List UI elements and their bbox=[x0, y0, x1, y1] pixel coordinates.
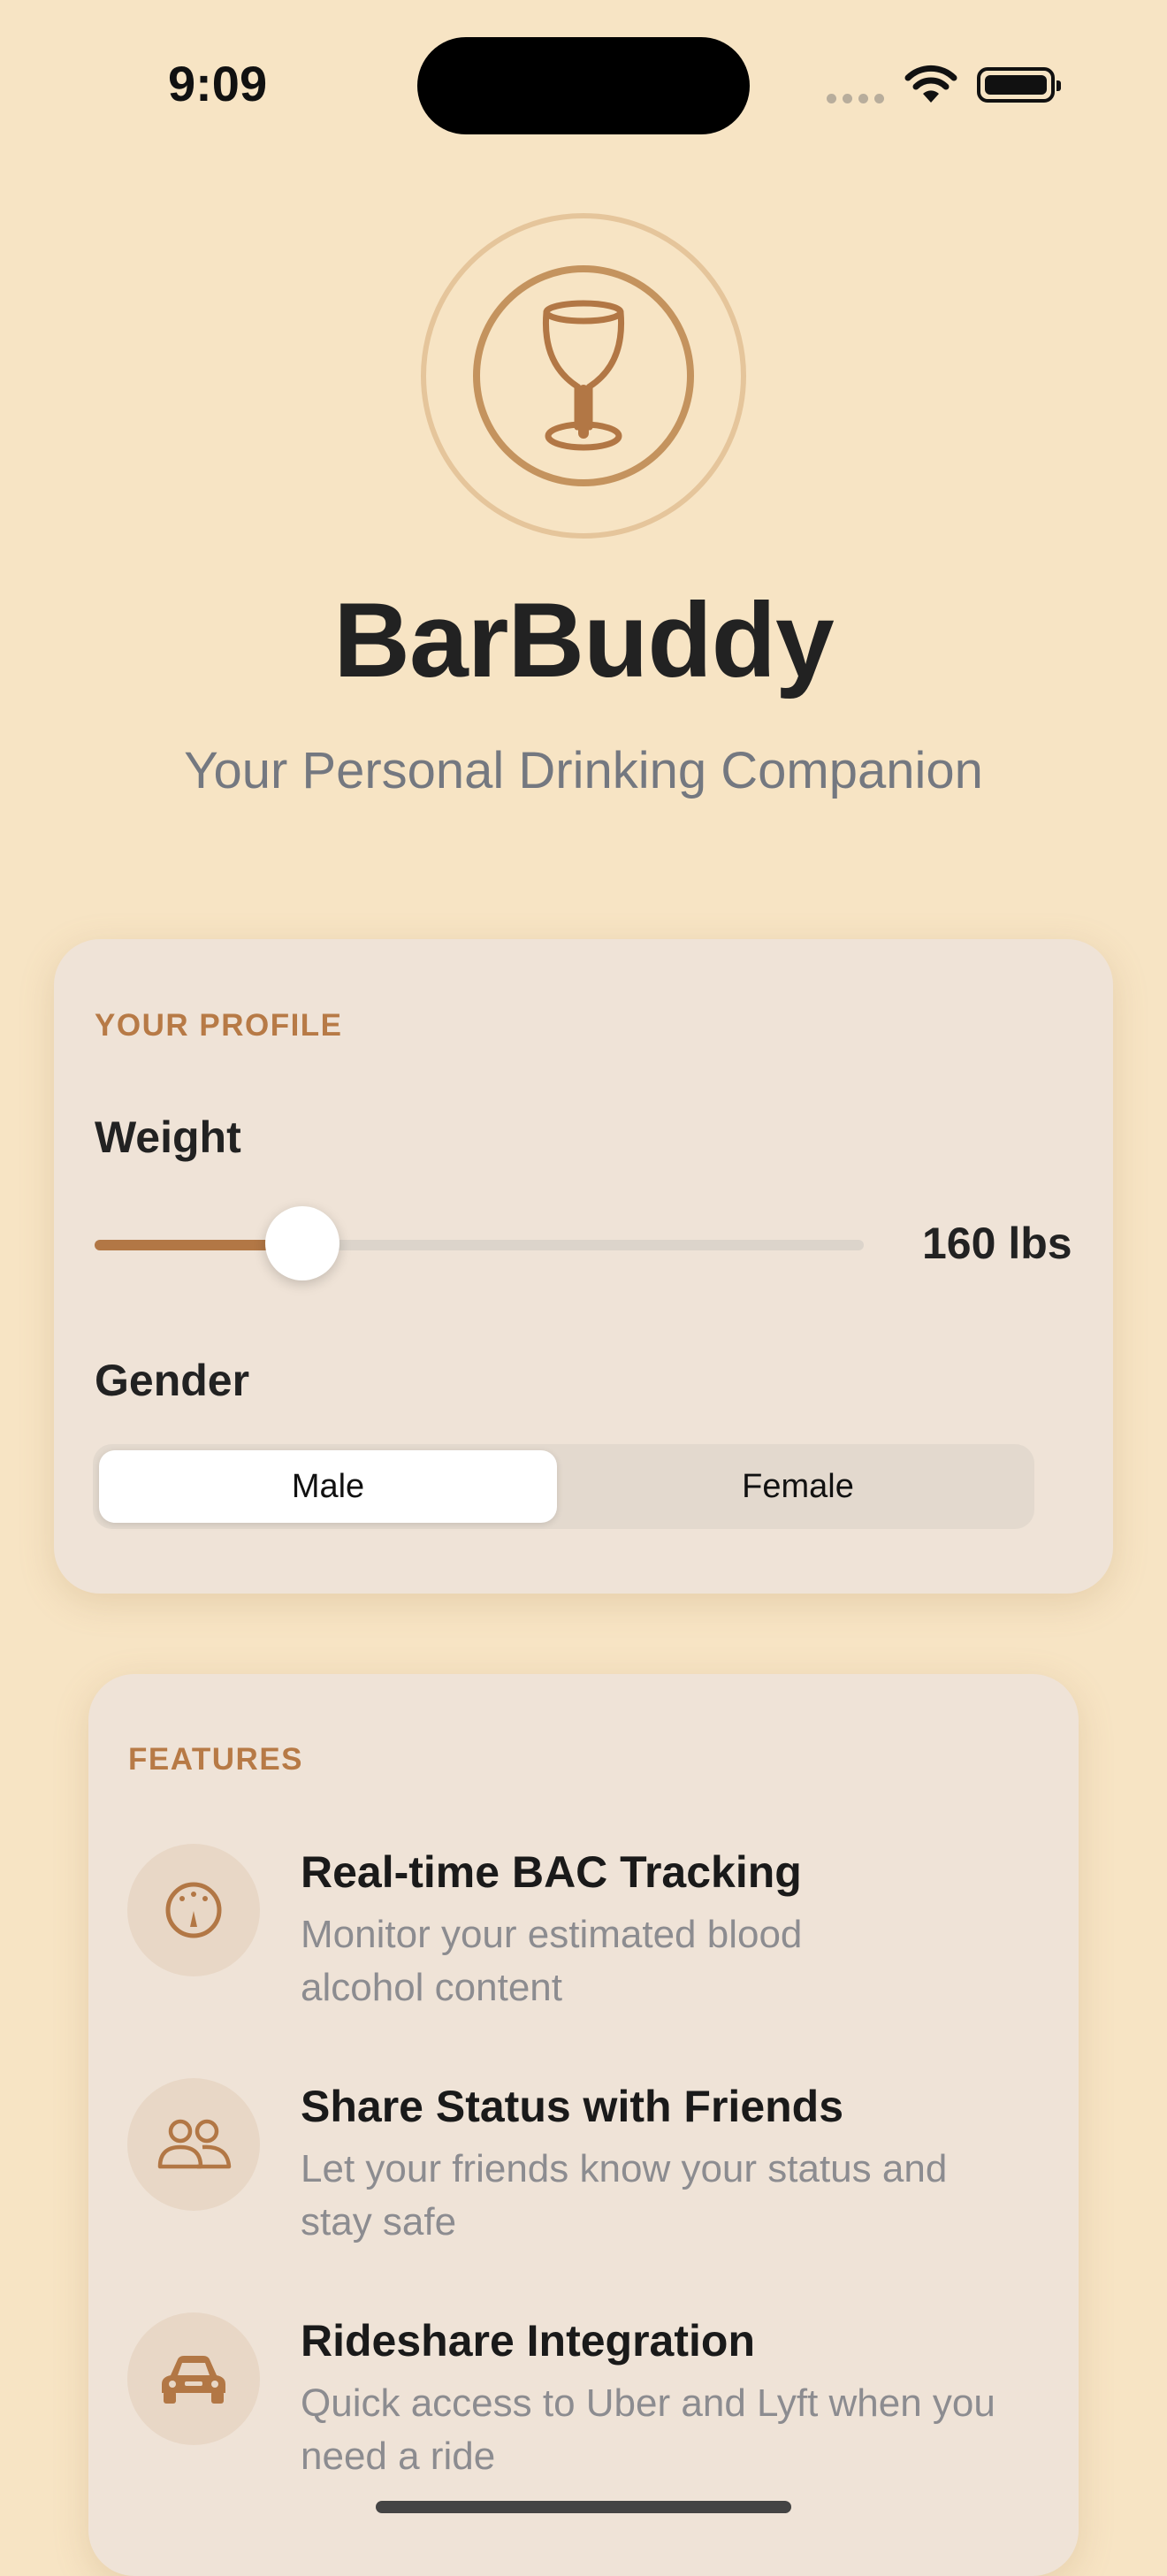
app-title: BarBuddy bbox=[333, 581, 834, 699]
wifi-icon bbox=[904, 64, 958, 109]
status-time: 9:09 bbox=[168, 56, 268, 111]
profile-section-label: YOUR PROFILE bbox=[95, 1008, 343, 1043]
weight-slider-thumb[interactable] bbox=[264, 1206, 339, 1280]
feature-title-share: Share Status with Friends bbox=[301, 2082, 844, 2131]
features-section-label: FEATURES bbox=[128, 1742, 304, 1777]
feature-desc-rideshare: Quick access to Uber and Lyft when you n… bbox=[301, 2381, 995, 2478]
feature-desc-share: Let your friends know your status and st… bbox=[301, 2147, 948, 2243]
battery-icon bbox=[977, 67, 1061, 103]
home-indicator[interactable] bbox=[376, 2501, 791, 2513]
dynamic-island bbox=[417, 37, 750, 134]
gender-option-female[interactable]: Female bbox=[566, 1468, 1030, 1506]
weight-label: Weight bbox=[95, 1112, 241, 1162]
feature-desc-bac: Monitor your estimated blood alcohol con… bbox=[301, 1913, 803, 2009]
gender-label: Gender bbox=[95, 1356, 250, 1405]
weight-value: 160 lbs bbox=[922, 1219, 1072, 1268]
feature-title-bac: Real-time BAC Tracking bbox=[301, 1847, 802, 1897]
signal-dots-icon bbox=[827, 92, 890, 108]
people-icon bbox=[127, 2078, 260, 2211]
gender-option-male[interactable]: Male bbox=[99, 1468, 557, 1506]
wine-glass-icon bbox=[526, 294, 641, 467]
app-subtitle: Your Personal Drinking Companion bbox=[184, 742, 983, 799]
feature-title-rideshare: Rideshare Integration bbox=[301, 2316, 755, 2366]
car-icon bbox=[127, 2312, 260, 2445]
gauge-icon bbox=[127, 1844, 260, 1976]
